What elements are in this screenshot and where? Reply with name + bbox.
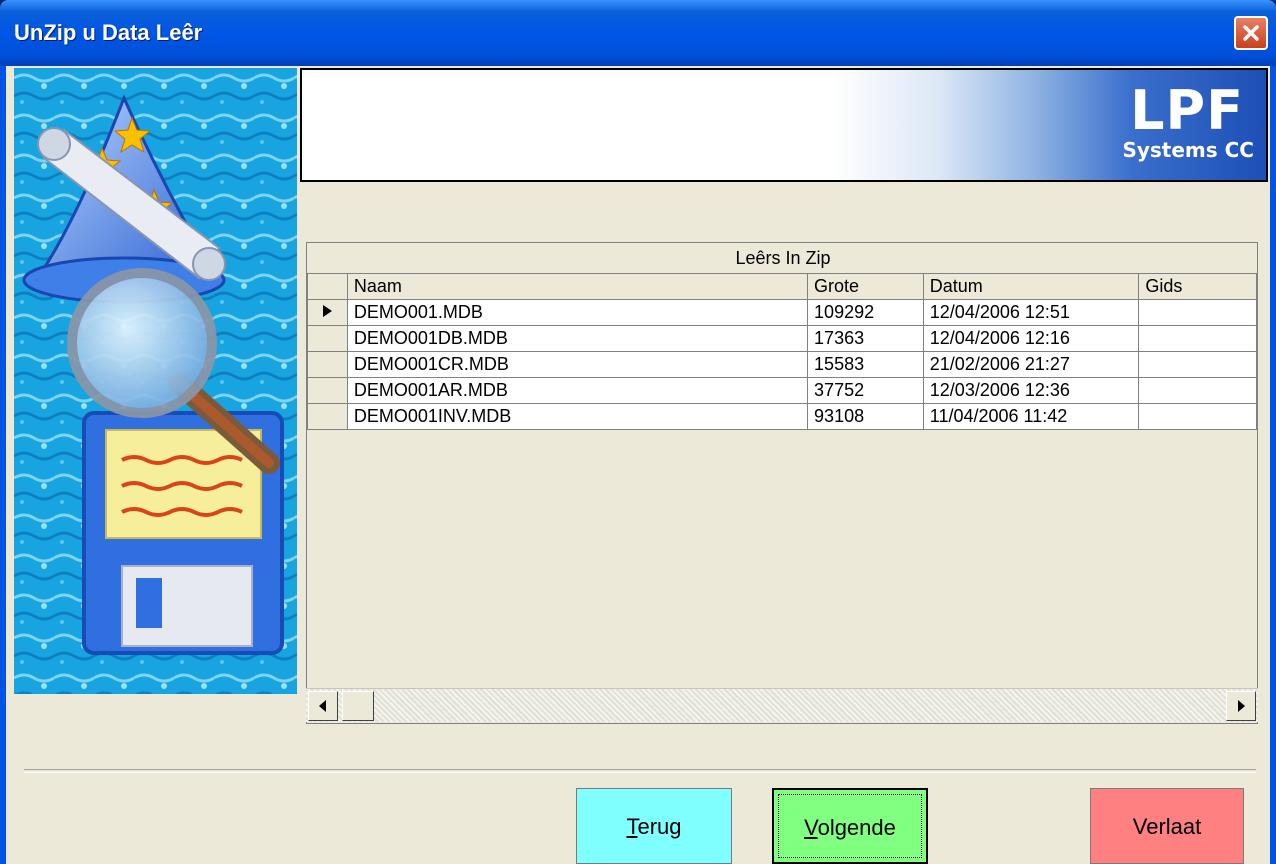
exit-button[interactable]: Verlaat [1090,788,1244,864]
lpf-logo-subtext: Systems CC [1122,138,1254,162]
arrow-right-icon [1238,700,1245,712]
cell-grote[interactable]: 109292 [807,299,924,326]
scrollbar-thumb[interactable] [342,691,374,721]
column-header-naam[interactable]: Naam [346,273,809,300]
cell-datum[interactable]: 12/04/2006 12:16 [922,325,1140,352]
cell-naam[interactable]: DEMO001.MDB [346,299,809,326]
cell-datum[interactable]: 21/02/2006 21:27 [922,351,1140,378]
row-indicator[interactable] [307,299,348,326]
zip-files-table[interactable]: Naam Grote Datum Gids DEMO001.MDB 109292… [307,273,1257,430]
focus-rect [778,794,922,858]
close-button[interactable] [1234,16,1268,50]
cell-datum[interactable]: 11/04/2006 11:42 [922,403,1140,430]
cell-gids[interactable] [1138,403,1257,430]
cell-gids[interactable] [1138,377,1257,404]
back-button-mnemonic: T [626,814,638,839]
cell-naam[interactable]: DEMO001INV.MDB [346,403,809,430]
row-indicator[interactable] [307,351,348,378]
header-indicator-cell [307,273,348,300]
button-divider [24,769,1256,773]
title-bar[interactable]: UnZip u Data Leêr [0,0,1276,66]
wizard-hat-magnifier-floppy-icon [14,68,297,694]
cell-gids[interactable] [1138,299,1257,326]
scroll-left-button[interactable] [308,691,338,721]
next-button[interactable]: Volgende [772,788,928,864]
scroll-right-button[interactable] [1226,691,1256,721]
grid-caption: Leêrs In Zip [307,243,1257,274]
close-icon [1243,25,1259,41]
arrow-left-icon [319,700,326,712]
zip-files-grid[interactable]: Leêrs In Zip Naam Grote Datum Gids DEMO0… [306,242,1258,724]
cell-grote[interactable]: 93108 [807,403,924,430]
table-row[interactable]: DEMO001.MDB 109292 12/04/2006 12:51 [307,299,1257,326]
back-button-label: erug [637,814,682,839]
cell-datum[interactable]: 12/03/2006 12:36 [922,377,1140,404]
cell-grote[interactable]: 37752 [807,377,924,404]
horizontal-scrollbar[interactable] [306,688,1258,722]
back-button[interactable]: Terug [576,788,732,864]
window-title: UnZip u Data Leêr [14,20,203,45]
row-indicator[interactable] [307,325,348,352]
cell-grote[interactable]: 17363 [807,325,924,352]
table-row[interactable]: DEMO001CR.MDB 15583 21/02/2006 21:27 [307,351,1257,378]
table-header-row: Naam Grote Datum Gids [307,273,1257,300]
row-indicator[interactable] [307,403,348,430]
cell-naam[interactable]: DEMO001DB.MDB [346,325,809,352]
table-row[interactable]: DEMO001AR.MDB 37752 12/03/2006 12:36 [307,377,1257,404]
dialog-client-area: LPF Systems CC Leêrs In Zip Naam Grote D… [6,66,1270,864]
unzip-dialog-window: UnZip u Data Leêr LPF Systems CC Leêrs I… [0,0,1276,864]
wizard-illustration [14,68,297,694]
lpf-banner: LPF Systems CC [300,68,1268,182]
cell-gids[interactable] [1138,325,1257,352]
column-header-grote[interactable]: Grote [807,273,924,300]
cell-naam[interactable]: DEMO001AR.MDB [346,377,809,404]
lpf-logo-text: LPF [1130,79,1244,142]
cell-gids[interactable] [1138,351,1257,378]
row-pointer-icon [323,305,333,317]
column-header-gids[interactable]: Gids [1138,273,1257,300]
cell-datum[interactable]: 12/04/2006 12:51 [922,299,1140,326]
cell-naam[interactable]: DEMO001CR.MDB [346,351,809,378]
row-indicator[interactable] [307,377,348,404]
table-row[interactable]: DEMO001DB.MDB 17363 12/04/2006 12:16 [307,325,1257,352]
column-header-datum[interactable]: Datum [922,273,1140,300]
table-row[interactable]: DEMO001INV.MDB 93108 11/04/2006 11:42 [307,403,1257,430]
cell-grote[interactable]: 15583 [807,351,924,378]
